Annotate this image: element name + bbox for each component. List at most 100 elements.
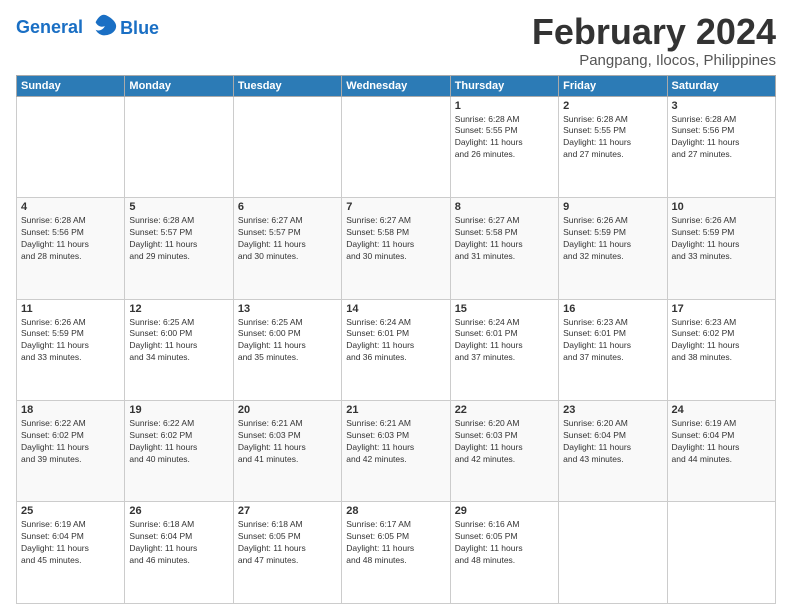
calendar-cell: 15Sunrise: 6:24 AM Sunset: 6:01 PM Dayli… (450, 299, 558, 400)
day-number: 5 (129, 201, 228, 213)
logo-general: General (16, 17, 83, 37)
day-number: 1 (455, 100, 554, 112)
logo: General Blue (16, 16, 159, 40)
calendar-header-wednesday: Wednesday (342, 75, 450, 96)
day-number: 4 (21, 201, 120, 213)
calendar-cell: 10 Sunrise: 6:26 AM Sunset: 5:59 PM Dayli… (667, 198, 775, 299)
calendar-cell: 18 Sunrise: 6:22 AM Sunset: 6:02 PM Dayli… (17, 401, 125, 502)
day-info: Sunrise: 6:18 AM Sunset: 6:04 PM Dayligh… (129, 519, 228, 567)
calendar-cell (125, 96, 233, 197)
calendar-header-friday: Friday (559, 75, 667, 96)
day-number: 9 (563, 201, 662, 213)
page: General Blue February 2024 Pangpang, Ilo… (0, 0, 792, 612)
calendar-cell: 26 Sunrise: 6:18 AM Sunset: 6:04 PM Dayli… (125, 502, 233, 604)
calendar-cell: 17Sunrise: 6:23 AM Sunset: 6:02 PM Dayli… (667, 299, 775, 400)
calendar-cell: 7 Sunrise: 6:27 AM Sunset: 5:58 PM Daylig… (342, 198, 450, 299)
day-info: Sunrise: 6:27 AM Sunset: 5:58 PM Dayligh… (346, 215, 445, 263)
calendar-week-4: 18 Sunrise: 6:22 AM Sunset: 6:02 PM Dayli… (17, 401, 776, 502)
calendar-cell: 16 Sunrise: 6:23 AM Sunset: 6:01 PM Dayli… (559, 299, 667, 400)
calendar-cell (233, 96, 341, 197)
day-info: Sunrise: 6:20 AM Sunset: 6:03 PM Dayligh… (455, 418, 554, 466)
calendar-cell (342, 96, 450, 197)
calendar-cell: 24 Sunrise: 6:19 AM Sunset: 6:04 PM Dayli… (667, 401, 775, 502)
day-info: Sunrise: 6:26 AM Sunset: 5:59 PM Dayligh… (672, 215, 771, 263)
day-number: 18 (21, 404, 120, 416)
calendar-week-1: 1 Sunrise: 6:28 AM Sunset: 5:55 PM Daylig… (17, 96, 776, 197)
day-number: 16 (563, 303, 662, 315)
day-info: Sunrise: 6:23 AM Sunset: 6:02 PM Dayligh… (672, 317, 771, 365)
day-number: 15 (455, 303, 554, 315)
calendar-cell (17, 96, 125, 197)
day-info: Sunrise: 6:22 AM Sunset: 6:02 PM Dayligh… (21, 418, 120, 466)
day-number: 21 (346, 404, 445, 416)
day-info: Sunrise: 6:21 AM Sunset: 6:03 PM Dayligh… (346, 418, 445, 466)
day-number: 7 (346, 201, 445, 213)
calendar-cell: 3 Sunrise: 6:28 AM Sunset: 5:56 PM Daylig… (667, 96, 775, 197)
calendar-cell: 6Sunrise: 6:27 AM Sunset: 5:57 PM Daylig… (233, 198, 341, 299)
day-number: 2 (563, 100, 662, 112)
day-number: 8 (455, 201, 554, 213)
calendar-cell: 1 Sunrise: 6:28 AM Sunset: 5:55 PM Daylig… (450, 96, 558, 197)
day-info: Sunrise: 6:24 AM Sunset: 6:01 PM Dayligh… (346, 317, 445, 365)
calendar-cell: 9Sunrise: 6:26 AM Sunset: 5:59 PM Daylig… (559, 198, 667, 299)
day-info: Sunrise: 6:25 AM Sunset: 6:00 PM Dayligh… (129, 317, 228, 365)
day-number: 26 (129, 505, 228, 517)
day-info: Sunrise: 6:28 AM Sunset: 5:55 PM Dayligh… (563, 114, 662, 162)
day-number: 25 (21, 505, 120, 517)
day-info: Sunrise: 6:28 AM Sunset: 5:57 PM Dayligh… (129, 215, 228, 263)
day-info: Sunrise: 6:23 AM Sunset: 6:01 PM Dayligh… (563, 317, 662, 365)
calendar-cell: 4 Sunrise: 6:28 AM Sunset: 5:56 PM Daylig… (17, 198, 125, 299)
day-info: Sunrise: 6:26 AM Sunset: 5:59 PM Dayligh… (21, 317, 120, 365)
day-info: Sunrise: 6:27 AM Sunset: 5:58 PM Dayligh… (455, 215, 554, 263)
day-number: 29 (455, 505, 554, 517)
day-info: Sunrise: 6:28 AM Sunset: 5:56 PM Dayligh… (21, 215, 120, 263)
day-number: 19 (129, 404, 228, 416)
calendar-header-row: SundayMondayTuesdayWednesdayThursdayFrid… (17, 75, 776, 96)
calendar-cell: 12Sunrise: 6:25 AM Sunset: 6:00 PM Dayli… (125, 299, 233, 400)
header: General Blue February 2024 Pangpang, Ilo… (16, 12, 776, 69)
day-info: Sunrise: 6:28 AM Sunset: 5:56 PM Dayligh… (672, 114, 771, 162)
calendar-title: February 2024 (532, 12, 776, 52)
day-number: 23 (563, 404, 662, 416)
day-info: Sunrise: 6:21 AM Sunset: 6:03 PM Dayligh… (238, 418, 337, 466)
day-number: 11 (21, 303, 120, 315)
day-number: 24 (672, 404, 771, 416)
day-number: 3 (672, 100, 771, 112)
calendar-cell: 14 Sunrise: 6:24 AM Sunset: 6:01 PM Dayli… (342, 299, 450, 400)
calendar-header-thursday: Thursday (450, 75, 558, 96)
day-info: Sunrise: 6:16 AM Sunset: 6:05 PM Dayligh… (455, 519, 554, 567)
calendar-cell: 21 Sunrise: 6:21 AM Sunset: 6:03 PM Dayli… (342, 401, 450, 502)
day-number: 13 (238, 303, 337, 315)
day-number: 22 (455, 404, 554, 416)
calendar-cell: 27Sunrise: 6:18 AM Sunset: 6:05 PM Dayli… (233, 502, 341, 604)
calendar-cell: 20 Sunrise: 6:21 AM Sunset: 6:03 PM Dayli… (233, 401, 341, 502)
day-info: Sunrise: 6:19 AM Sunset: 6:04 PM Dayligh… (21, 519, 120, 567)
calendar-cell: 23 Sunrise: 6:20 AM Sunset: 6:04 PM Dayli… (559, 401, 667, 502)
day-info: Sunrise: 6:20 AM Sunset: 6:04 PM Dayligh… (563, 418, 662, 466)
day-info: Sunrise: 6:17 AM Sunset: 6:05 PM Dayligh… (346, 519, 445, 567)
calendar-header-monday: Monday (125, 75, 233, 96)
day-number: 14 (346, 303, 445, 315)
calendar-cell (559, 502, 667, 604)
day-number: 10 (672, 201, 771, 213)
calendar-cell: 2 Sunrise: 6:28 AM Sunset: 5:55 PM Daylig… (559, 96, 667, 197)
calendar-table: SundayMondayTuesdayWednesdayThursdayFrid… (16, 75, 776, 604)
day-info: Sunrise: 6:19 AM Sunset: 6:04 PM Dayligh… (672, 418, 771, 466)
calendar-cell: 5 Sunrise: 6:28 AM Sunset: 5:57 PM Daylig… (125, 198, 233, 299)
day-info: Sunrise: 6:22 AM Sunset: 6:02 PM Dayligh… (129, 418, 228, 466)
logo-blue: Blue (120, 18, 159, 39)
calendar-cell: 13Sunrise: 6:25 AM Sunset: 6:00 PM Dayli… (233, 299, 341, 400)
day-number: 28 (346, 505, 445, 517)
calendar-cell: 29 Sunrise: 6:16 AM Sunset: 6:05 PM Dayli… (450, 502, 558, 604)
logo-bird-icon (90, 12, 118, 40)
calendar-cell: 28 Sunrise: 6:17 AM Sunset: 6:05 PM Dayli… (342, 502, 450, 604)
calendar-cell (667, 502, 775, 604)
calendar-week-5: 25 Sunrise: 6:19 AM Sunset: 6:04 PM Dayli… (17, 502, 776, 604)
calendar-header-sunday: Sunday (17, 75, 125, 96)
calendar-cell: 8 Sunrise: 6:27 AM Sunset: 5:58 PM Daylig… (450, 198, 558, 299)
calendar-cell: 22 Sunrise: 6:20 AM Sunset: 6:03 PM Dayli… (450, 401, 558, 502)
day-info: Sunrise: 6:28 AM Sunset: 5:55 PM Dayligh… (455, 114, 554, 162)
calendar-week-2: 4 Sunrise: 6:28 AM Sunset: 5:56 PM Daylig… (17, 198, 776, 299)
calendar-cell: 19 Sunrise: 6:22 AM Sunset: 6:02 PM Dayli… (125, 401, 233, 502)
day-number: 20 (238, 404, 337, 416)
